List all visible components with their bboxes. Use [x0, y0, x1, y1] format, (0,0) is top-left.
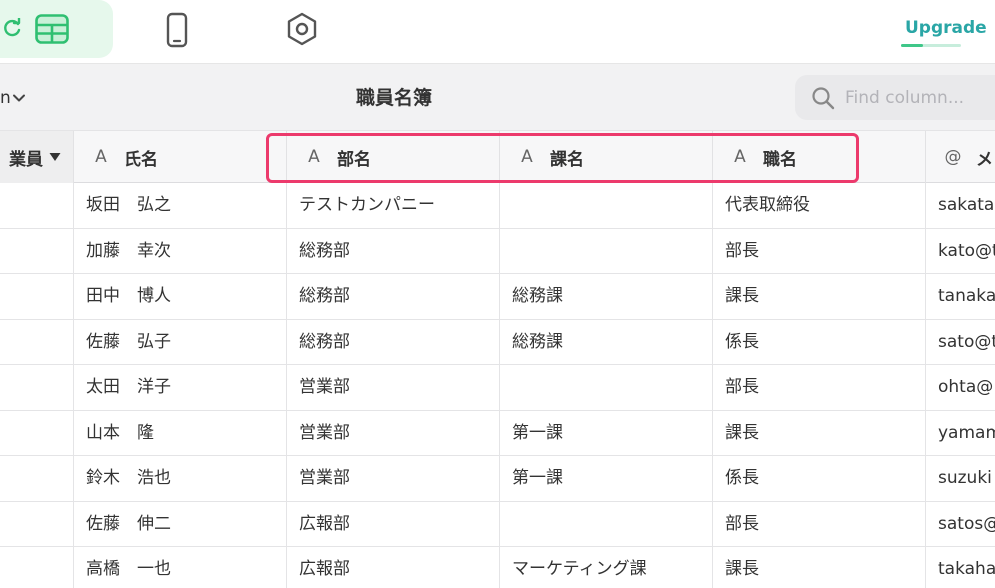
column-header-name[interactable]: A 氏名: [74, 131, 287, 183]
text-type-icon: A: [521, 147, 533, 167]
view-switcher[interactable]: [0, 0, 113, 58]
table-row[interactable]: 坂田 弘之 テストカンパニー 代表取締役 sakata: [0, 183, 995, 229]
column-header-department[interactable]: A 部名: [287, 131, 500, 183]
table-row[interactable]: 田中 博人 総務部 総務課 課長 tanaka: [0, 274, 995, 320]
page-title: 職員名簿: [355, 87, 432, 109]
column-header-label: 職名: [763, 149, 797, 170]
table-icon[interactable]: [35, 14, 69, 44]
cell-department[interactable]: 総務部: [287, 319, 500, 365]
column-header-position[interactable]: A 職名: [713, 131, 926, 183]
view-header-bar: n 職員名簿: [0, 64, 995, 130]
cell-position[interactable]: 部長: [713, 365, 926, 410]
column-header-label: 業員: [9, 149, 43, 170]
cell-section[interactable]: 第一課: [500, 410, 713, 456]
cell-position[interactable]: 係長: [713, 456, 926, 501]
cell-department[interactable]: 営業部: [287, 410, 500, 456]
cell-employee[interactable]: [0, 319, 74, 365]
column-header-employee[interactable]: 業員: [0, 131, 74, 183]
column-header-email[interactable]: @ メ: [926, 131, 995, 183]
column-header-label: 部名: [337, 149, 371, 170]
cell-section[interactable]: 第一課: [500, 456, 713, 501]
sort-caret-icon[interactable]: [49, 152, 61, 162]
cell-employee[interactable]: [0, 410, 74, 456]
cell-name[interactable]: 田中 博人: [74, 274, 287, 319]
cell-position[interactable]: 課長: [713, 410, 926, 456]
cell-email[interactable]: sato@t: [926, 320, 995, 365]
cell-email[interactable]: ohta@: [926, 365, 995, 410]
column-header-section[interactable]: A 課名: [500, 131, 713, 183]
cell-name[interactable]: 山本 隆: [74, 410, 287, 456]
table-row[interactable]: 加藤 幸次 総務部 部長 kato@t: [0, 228, 995, 274]
cell-department[interactable]: 総務部: [287, 228, 500, 274]
cell-employee[interactable]: [0, 228, 74, 274]
cell-employee[interactable]: [0, 501, 74, 547]
cell-email[interactable]: kato@t: [926, 229, 995, 274]
cell-email[interactable]: satos@: [926, 502, 995, 547]
cell-employee[interactable]: [0, 274, 74, 319]
cell-section[interactable]: 総務課: [500, 274, 713, 319]
cell-email[interactable]: tanaka: [926, 274, 995, 319]
column-header-row: 業員 A 氏名 A 部名 A 課名 A 職名 @ メ: [0, 130, 995, 183]
cell-position[interactable]: 係長: [713, 319, 926, 365]
cell-section[interactable]: マーケティング課: [500, 547, 713, 588]
cell-department[interactable]: 営業部: [287, 456, 500, 501]
cell-name[interactable]: 鈴木 浩也: [74, 456, 287, 501]
cell-employee[interactable]: [0, 456, 74, 501]
cell-email[interactable]: sakata: [926, 183, 995, 228]
data-grid: 業員 A 氏名 A 部名 A 課名 A 職名 @ メ 坂田 弘之 テストカンパニー…: [0, 130, 995, 588]
top-toolbar: Upgrade: [0, 0, 995, 64]
search-input[interactable]: [845, 75, 995, 120]
cell-name[interactable]: 坂田 弘之: [74, 183, 287, 228]
table-row[interactable]: 高橋 一也 広報部 マーケティング課 課長 takaha: [0, 547, 995, 588]
cell-email[interactable]: yamam: [926, 411, 995, 456]
cell-department[interactable]: テストカンパニー: [287, 183, 500, 228]
cell-department[interactable]: 総務部: [287, 274, 500, 319]
cell-name[interactable]: 佐藤 伸二: [74, 501, 287, 547]
column-header-label: 課名: [550, 149, 584, 170]
cell-section[interactable]: [500, 501, 713, 547]
cell-section[interactable]: [500, 183, 713, 228]
cell-position[interactable]: 課長: [713, 274, 926, 319]
cell-department[interactable]: 広報部: [287, 547, 500, 588]
table-row[interactable]: 鈴木 浩也 営業部 第一課 係長 suzuki: [0, 456, 995, 502]
cell-section[interactable]: [500, 228, 713, 274]
search-icon: [812, 87, 835, 110]
cell-name[interactable]: 高橋 一也: [74, 547, 287, 588]
cell-section[interactable]: [500, 365, 713, 410]
phone-icon[interactable]: [166, 12, 188, 48]
text-type-icon: A: [308, 147, 320, 167]
cell-name[interactable]: 太田 洋子: [74, 365, 287, 410]
cell-position[interactable]: 代表取締役: [713, 183, 926, 228]
table-row[interactable]: 佐藤 弘子 総務部 総務課 係長 sato@t: [0, 319, 995, 365]
cell-name[interactable]: 加藤 幸次: [74, 228, 287, 274]
cell-name[interactable]: 佐藤 弘子: [74, 319, 287, 365]
cell-email[interactable]: suzuki: [926, 456, 995, 501]
refresh-icon[interactable]: [3, 18, 23, 38]
email-type-icon: @: [944, 147, 962, 167]
column-search[interactable]: [795, 75, 995, 120]
cell-position[interactable]: 課長: [713, 547, 926, 588]
cell-position[interactable]: 部長: [713, 228, 926, 274]
cell-section[interactable]: 総務課: [500, 319, 713, 365]
table-row[interactable]: 佐藤 伸二 広報部 部長 satos@: [0, 501, 995, 547]
upgrade-link[interactable]: Upgrade: [905, 18, 987, 38]
text-type-icon: A: [95, 147, 107, 167]
cell-employee[interactable]: [0, 547, 74, 588]
table-body: 坂田 弘之 テストカンパニー 代表取締役 sakata 加藤 幸次 総務部 部長 kato@t…: [0, 183, 995, 588]
cell-employee[interactable]: [0, 183, 74, 228]
column-header-label: メ: [976, 149, 993, 170]
column-header-label: 氏名: [124, 149, 158, 170]
cell-employee[interactable]: [0, 365, 74, 410]
cell-email[interactable]: takaha: [926, 547, 995, 588]
cell-position[interactable]: 部長: [713, 501, 926, 547]
upgrade-underline: [901, 44, 961, 47]
cell-department[interactable]: 広報部: [287, 501, 500, 547]
cell-department[interactable]: 営業部: [287, 365, 500, 410]
text-type-icon: A: [734, 147, 746, 167]
table-row[interactable]: 山本 隆営業部第一課課長yamam: [0, 410, 995, 456]
table-row[interactable]: 太田 洋子 営業部 部長 ohta@: [0, 365, 995, 411]
hexagon-settings-icon[interactable]: [286, 12, 318, 46]
